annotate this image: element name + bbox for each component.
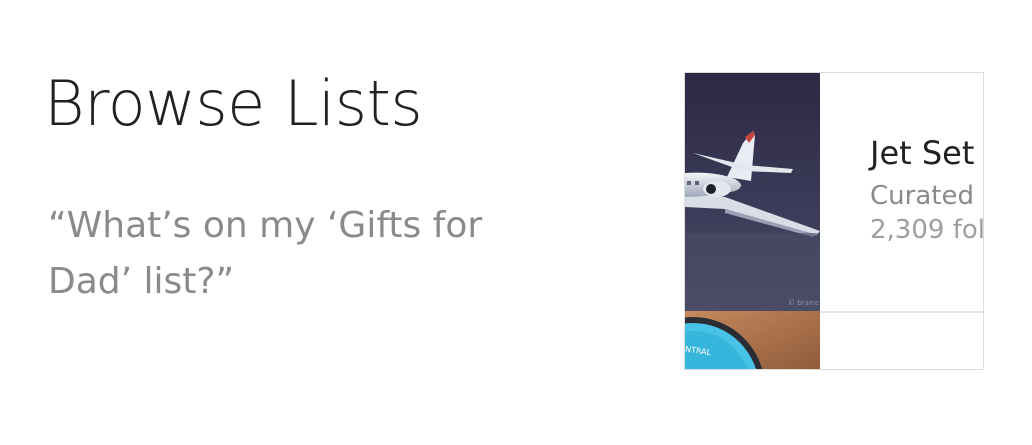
list-card-image-jet: © brainc — [685, 73, 820, 311]
list-card-subtitle: Curated — [870, 181, 974, 211]
jet-image-caption: © brainc — [788, 299, 819, 307]
browse-lists-screen: Browse Lists “What’s on my ‘Gifts for Da… — [0, 0, 1032, 445]
jet-image: © brainc — [685, 73, 820, 311]
page-title: Browse Lists — [44, 67, 423, 140]
list-card-title: Jet Set — [870, 134, 975, 172]
list-card-followers: 2,309 fol — [870, 215, 984, 245]
watch-image: NTRAL — [685, 311, 820, 369]
voice-query-example: “What’s on my ‘Gifts for Dad’ list?” — [48, 205, 483, 302]
list-card-info: Jet Set Curated 2,309 fol — [870, 133, 984, 247]
list-card-image-watch: NTRAL — [685, 311, 820, 369]
card-divider — [820, 311, 983, 313]
list-card[interactable]: © brainc NTRAL Jet Set Curated 2,309 fol — [684, 72, 984, 370]
